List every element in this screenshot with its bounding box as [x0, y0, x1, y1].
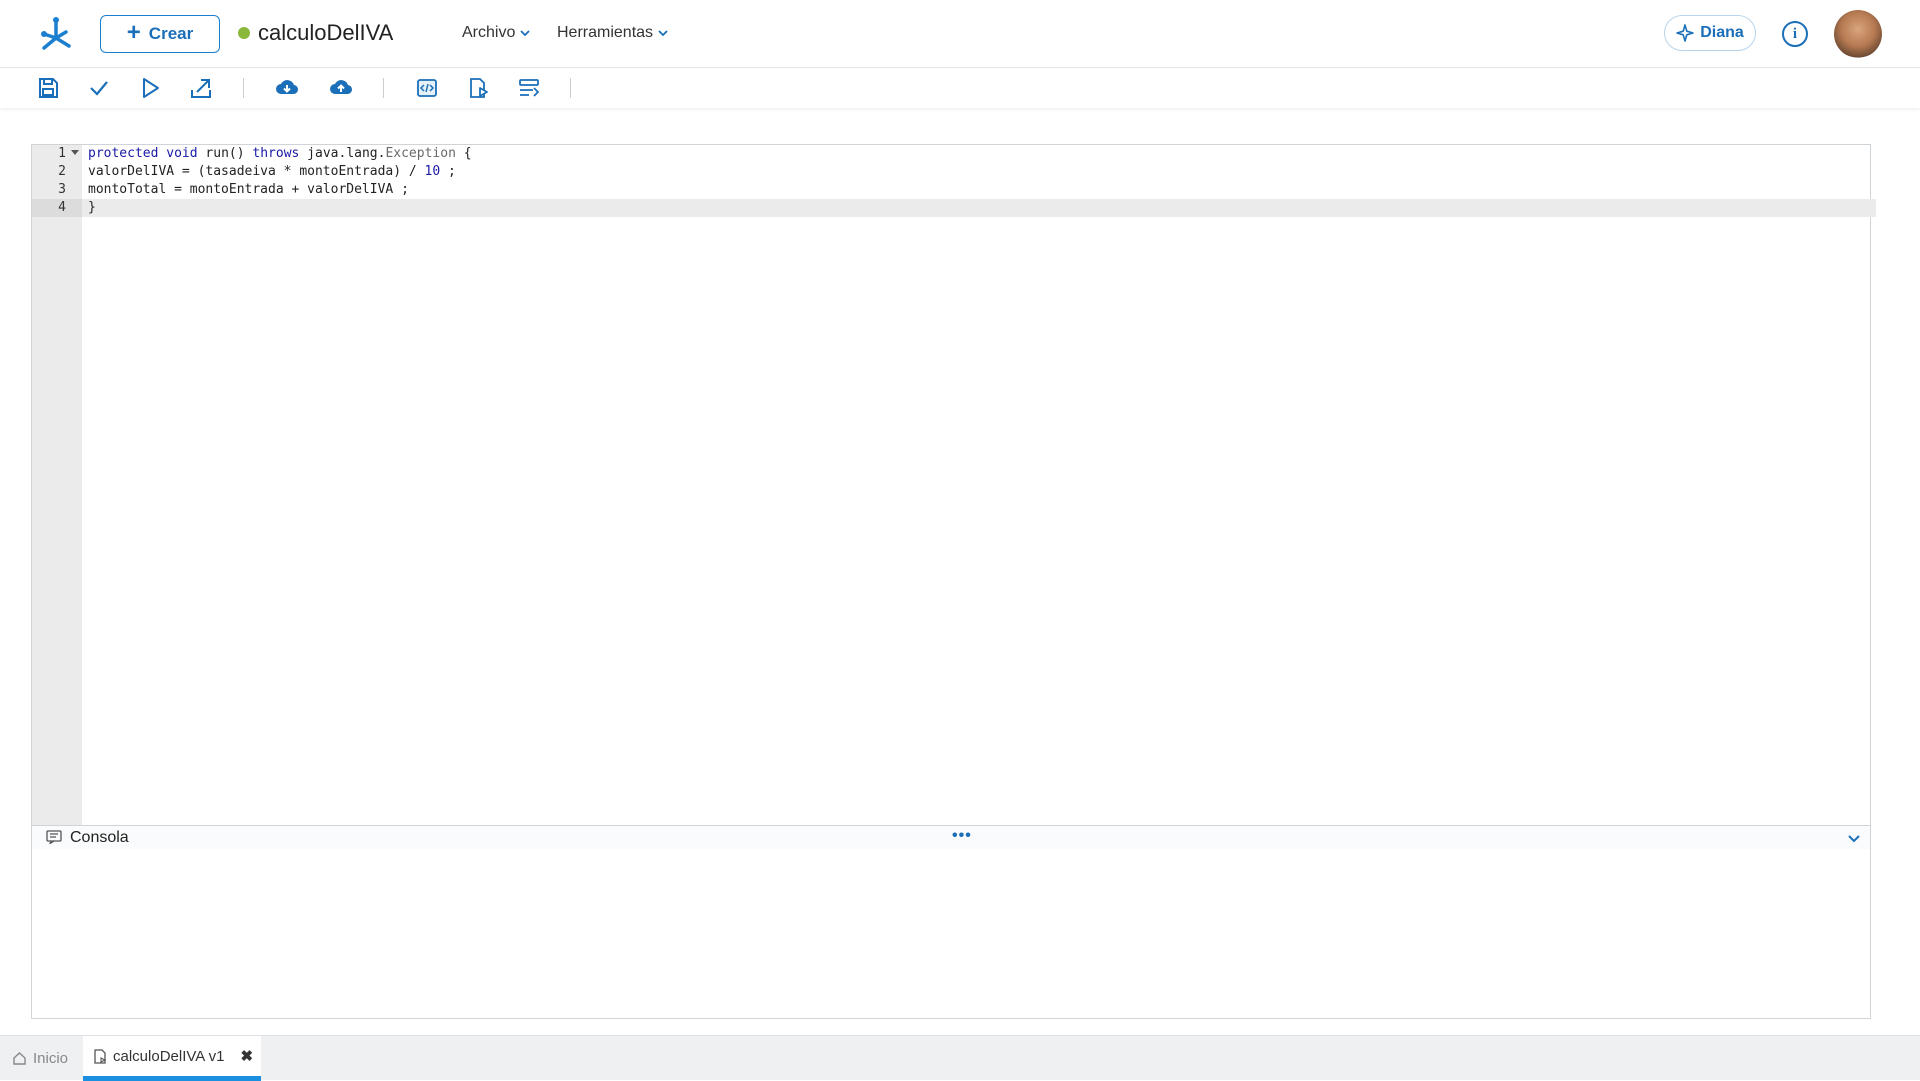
code-line[interactable]: valorDelIVA = (tasadeiva * montoEntrada)… [88, 163, 456, 181]
code-line[interactable]: protected void run() throws java.lang.Ex… [88, 145, 472, 163]
plus-icon: + [126, 19, 141, 46]
document-title: calculoDelIVA [238, 20, 393, 46]
line-number: 2 [58, 164, 66, 179]
sparkle-icon [1676, 24, 1695, 42]
status-dot-icon [238, 27, 250, 39]
active-line-highlight [82, 199, 1876, 217]
menu-herramientas[interactable]: Herramientas [557, 24, 669, 42]
document-title-text: calculoDelIVA [258, 20, 394, 45]
download-cloud-icon[interactable] [275, 76, 299, 100]
code-line[interactable]: montoTotal = montoEntrada + valorDelIVA … [88, 181, 409, 199]
code-editor[interactable]: 1 2 3 4 protected void run() throws java… [31, 144, 1876, 826]
avatar[interactable] [1834, 10, 1882, 58]
console-resize-handle[interactable]: ••• [952, 827, 972, 845]
document-arrow-icon[interactable] [466, 76, 490, 100]
toolbar-separator [243, 78, 244, 98]
line-number-active: 4 [32, 199, 82, 217]
toolbar-separator [570, 78, 571, 98]
tab-home-label: Inicio [33, 1050, 69, 1067]
assistant-button[interactable]: Diana [1664, 15, 1756, 51]
console-header: Consola ••• [31, 825, 1871, 850]
chevron-down-icon[interactable] [1846, 830, 1862, 846]
line-number: 3 [58, 182, 66, 197]
format-icon[interactable] [517, 76, 541, 100]
app-logo-icon[interactable] [36, 14, 76, 54]
home-icon [13, 1052, 26, 1065]
console-label: Consola [70, 829, 129, 846]
menu-herramientas-label: Herramientas [557, 24, 654, 41]
save-icon[interactable] [36, 76, 60, 100]
editor-gutter: 1 2 3 4 [32, 145, 82, 825]
toolbar-separator [383, 78, 384, 98]
create-button[interactable]: + Crear [100, 15, 220, 53]
tab-active-label: calculoDelIVA v1 [113, 1047, 225, 1065]
app-header: + Crear calculoDelIVA Archivo Herramient… [0, 0, 1920, 68]
chevron-down-icon [658, 30, 668, 37]
document-icon [94, 1048, 107, 1064]
chevron-down-icon [520, 30, 530, 37]
create-button-label: Crear [148, 24, 194, 43]
close-icon[interactable]: ✖ [240, 1047, 253, 1065]
menu-archivo[interactable]: Archivo [462, 24, 531, 42]
tab-home[interactable]: Inicio [12, 1036, 68, 1081]
bottom-tab-bar: Inicio calculoDelIVA v1 ✖ [0, 1035, 1920, 1081]
upload-cloud-icon[interactable] [329, 76, 353, 100]
fold-arrow-icon[interactable] [71, 150, 79, 155]
export-icon[interactable] [189, 76, 213, 100]
run-icon[interactable] [138, 76, 162, 100]
assistant-button-label: Diana [1700, 24, 1744, 41]
tab-calculodeliva[interactable]: calculoDelIVA v1 ✖ [83, 1036, 261, 1081]
check-icon[interactable] [87, 76, 111, 100]
code-line[interactable]: } [88, 199, 96, 217]
toolbar [0, 68, 1920, 108]
console-output[interactable] [31, 849, 1871, 1019]
console-icon [46, 830, 62, 844]
info-icon[interactable]: i [1782, 21, 1808, 47]
code-view-icon[interactable] [415, 76, 439, 100]
menu-archivo-label: Archivo [462, 24, 516, 41]
